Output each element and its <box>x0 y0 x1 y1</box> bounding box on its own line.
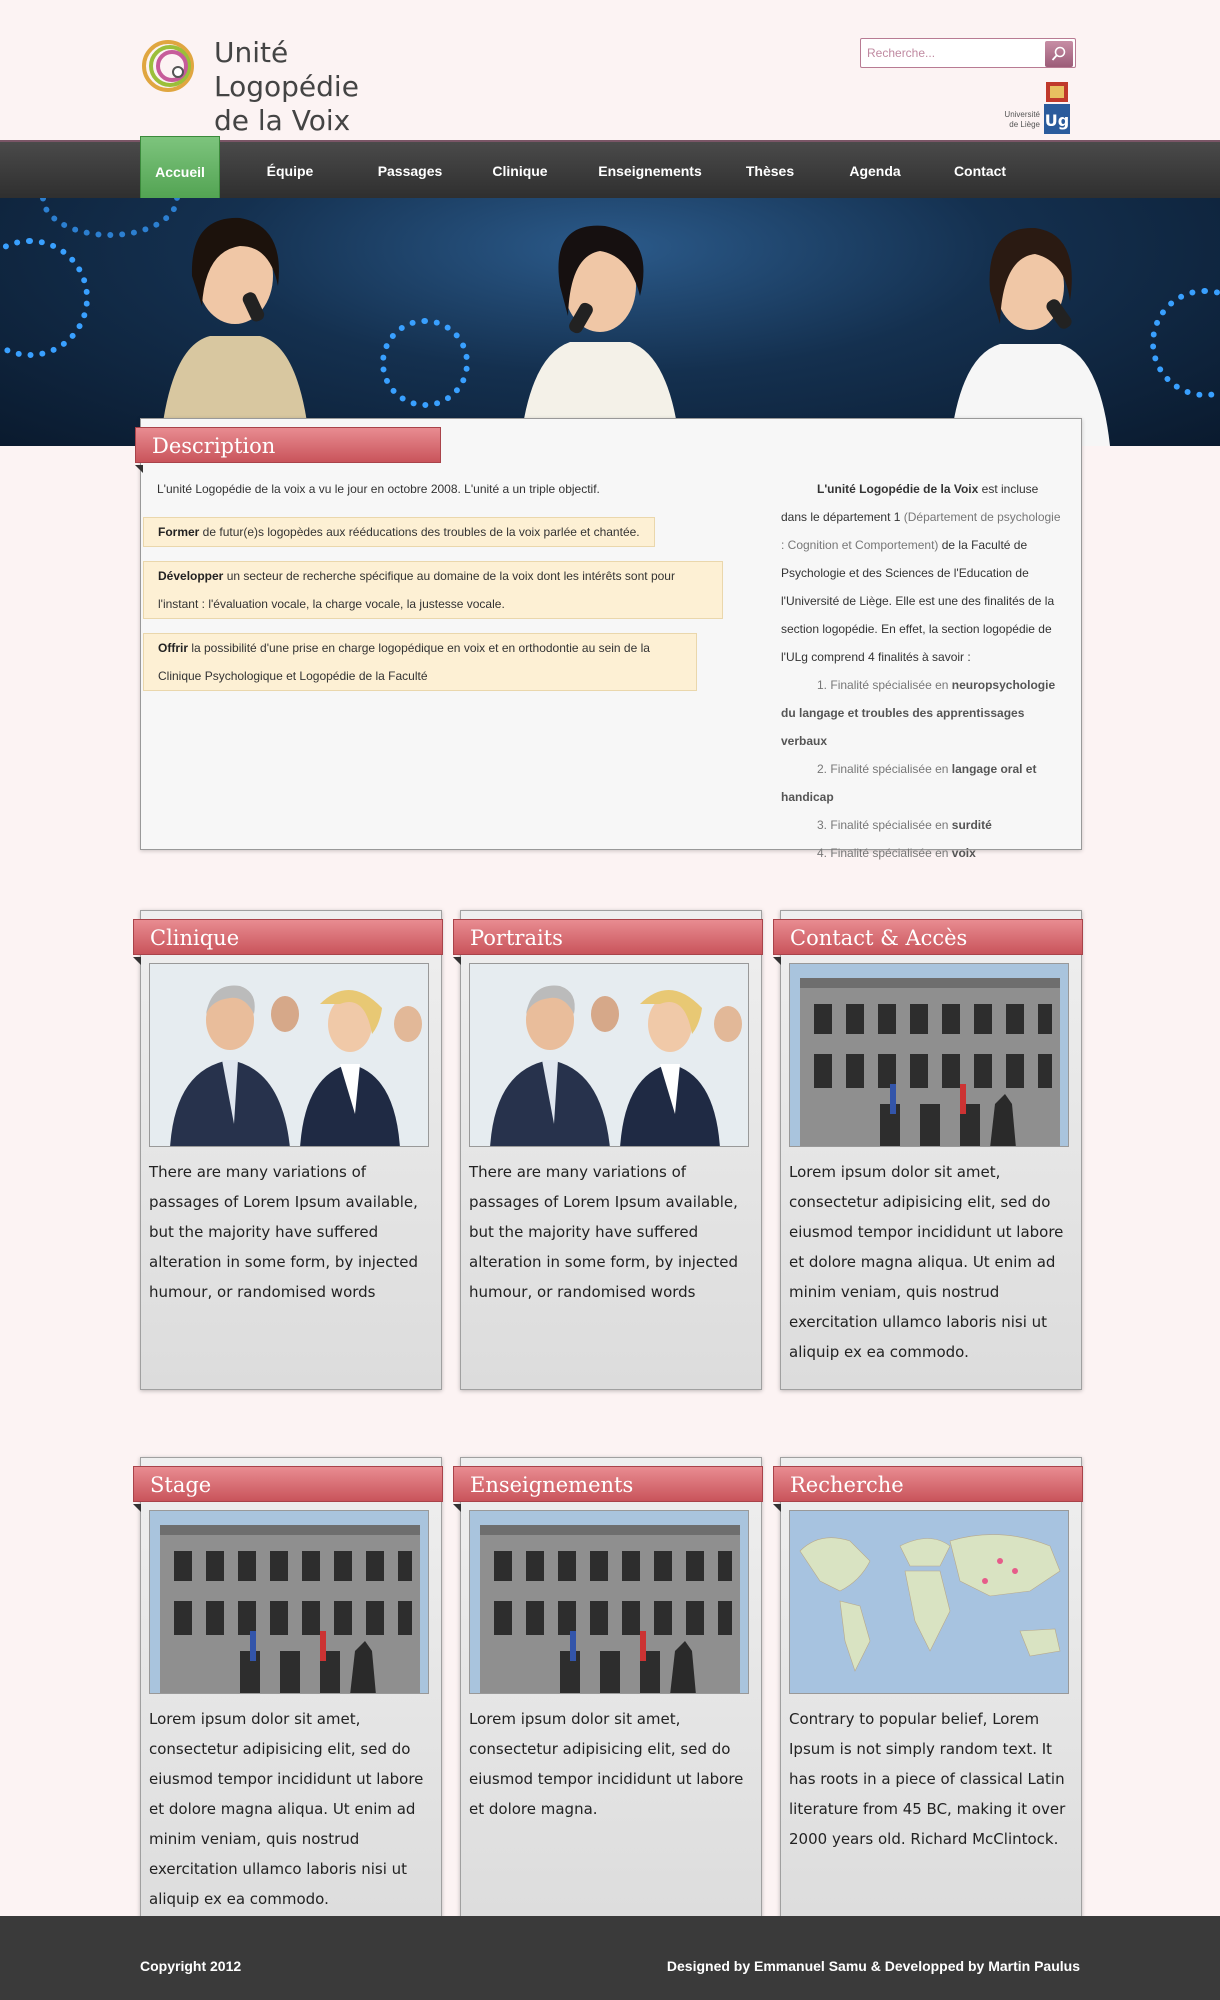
description-side: L'unité Logopédie de la Voix est incluse… <box>781 475 1066 867</box>
card-recherche[interactable]: Recherche Contrary to popular belief, Lo… <box>773 1457 1083 1937</box>
site-logo[interactable]: Unité Logopédie de la Voix <box>140 36 440 137</box>
business-people-image <box>469 963 749 1147</box>
university-building-image <box>149 1510 429 1694</box>
nav-item-accueil[interactable]: Accueil <box>140 136 220 206</box>
card-enseignements[interactable]: Enseignements Lorem ipsum dolor sit amet… <box>453 1457 763 1937</box>
stage-light-icon <box>1150 288 1220 398</box>
description-heading: Description <box>135 427 441 463</box>
card-contact-acces[interactable]: Contact & Accès Lorem ipsum dolor sit am… <box>773 910 1083 1390</box>
nav-item-enseignements[interactable]: Enseignements <box>580 142 720 200</box>
list-text: Finalité spécialisée en <box>830 846 952 860</box>
nav-item-passages[interactable]: Passages <box>360 142 460 200</box>
list-bold: surdité <box>951 818 992 832</box>
nav-item-agenda[interactable]: Agenda <box>830 142 920 200</box>
side-lead: L'unité Logopédie de la Voix <box>817 482 979 496</box>
stage-light-icon <box>0 238 90 358</box>
site-header: Unité Logopédie de la Voix Université de… <box>0 0 1220 140</box>
card-text: Lorem ipsum dolor sit amet, consectetur … <box>469 1710 744 1818</box>
ribbon-fold-icon <box>453 957 461 965</box>
card-clinique[interactable]: Clinique There are many variations of pa… <box>133 910 443 1390</box>
ulg-crest-icon: Ug <box>1044 82 1070 134</box>
search-button[interactable] <box>1045 41 1073 67</box>
ribbon-fold-icon <box>133 1504 141 1512</box>
university-building-image <box>789 963 1069 1147</box>
nav-item-contact[interactable]: Contact <box>940 142 1020 200</box>
card-title: Contact & Accès <box>773 919 1083 955</box>
svg-text:Ug: Ug <box>1045 111 1069 130</box>
singer-image <box>950 227 1110 446</box>
world-map-image[interactable] <box>789 1510 1069 1694</box>
business-people-image <box>149 963 429 1147</box>
card-text: Lorem ipsum dolor sit amet, consectetur … <box>789 1163 1064 1361</box>
card-text: There are many variations of passages of… <box>149 1163 418 1301</box>
card-title: Enseignements <box>453 1466 763 1502</box>
list-item: 1. Finalité spécialisée en neuropsycholo… <box>781 671 1066 755</box>
search-input[interactable] <box>864 42 1040 64</box>
ulg-logo[interactable]: Université de Liège Ug <box>992 80 1072 136</box>
site-footer: Copyright 2012 Designed by Emmanuel Samu… <box>0 1916 1220 2000</box>
nav-item-equipe[interactable]: Équipe <box>250 142 330 200</box>
list-number: 4. <box>817 846 828 860</box>
card-text: There are many variations of passages of… <box>469 1163 738 1301</box>
hero-banner <box>0 198 1220 446</box>
card-text: Lorem ipsum dolor sit amet, consectetur … <box>149 1710 424 1908</box>
stage-light-icon <box>380 318 470 408</box>
list-text: Finalité spécialisée en <box>830 678 952 692</box>
objective-former: Former de futur(e)s logopèdes aux rééduc… <box>143 517 655 547</box>
card-text: Contrary to popular belief, Lorem Ipsum … <box>789 1710 1066 1848</box>
card-title: Stage <box>133 1466 443 1502</box>
copyright-text: Copyright 2012 <box>140 1958 242 1974</box>
singer-image <box>160 217 310 446</box>
card-title: Portraits <box>453 919 763 955</box>
card-portraits[interactable]: Portraits There are many variations of p… <box>453 910 763 1390</box>
list-text: Finalité spécialisée en <box>830 762 952 776</box>
list-item: 2. Finalité spécialisée en langage oral … <box>781 755 1066 811</box>
card-title: Clinique <box>133 919 443 955</box>
ribbon-fold-icon <box>135 465 143 473</box>
description-intro: L'unité Logopédie de la voix a vu le jou… <box>157 482 600 496</box>
nav-item-theses[interactable]: Thèses <box>730 142 810 200</box>
objective-label: Développer <box>158 569 224 583</box>
objective-text: la possibilité d'une prise en charge log… <box>158 641 650 683</box>
list-text: Finalité spécialisée en <box>830 818 952 832</box>
description-main: L'unité Logopédie de la voix a vu le jou… <box>143 475 737 705</box>
objective-label: Offrir <box>158 641 188 655</box>
list-bold: voix <box>951 846 976 860</box>
main-nav: Accueil Équipe Passages Clinique Enseign… <box>0 136 1220 206</box>
search-icon <box>1051 46 1066 61</box>
logo-title-line1: Unité Logopédie <box>214 36 359 103</box>
logo-rings-icon <box>142 40 194 92</box>
ulg-label-line2: de Liège <box>1009 120 1040 129</box>
nav-item-clinique[interactable]: Clinique <box>470 142 570 200</box>
list-number: 1. <box>817 678 828 692</box>
card-stage[interactable]: Stage Lorem ipsum dolor sit amet, consec… <box>133 1457 443 1937</box>
objective-label: Former <box>158 525 200 539</box>
objective-offrir: Offrir la possibilité d'une prise en cha… <box>143 633 697 691</box>
ribbon-fold-icon <box>773 1504 781 1512</box>
side-text2: de la Faculté de Psychologie et des Scie… <box>781 538 1055 664</box>
ribbon-fold-icon <box>133 957 141 965</box>
description-panel: Description L'unité Logopédie de la voix… <box>135 418 1082 860</box>
ulg-label-line1: Université <box>1004 110 1040 119</box>
singer-image <box>520 225 680 446</box>
ribbon-fold-icon <box>773 957 781 965</box>
ribbon-fold-icon <box>453 1504 461 1512</box>
list-item: 3. Finalité spécialisée en surdité <box>781 811 1066 839</box>
search-box <box>860 38 1076 68</box>
list-number: 2. <box>817 762 828 776</box>
list-number: 3. <box>817 818 828 832</box>
card-title: Recherche <box>773 1466 1083 1502</box>
objective-text: de futur(e)s logopèdes aux rééducations … <box>199 525 640 539</box>
credits-text: Designed by Emmanuel Samu & Developped b… <box>666 1958 1080 1974</box>
side-paragraph: L'unité Logopédie de la Voix est incluse… <box>781 475 1066 671</box>
logo-title-line2: de la Voix <box>214 104 351 137</box>
objective-developper: Développer un secteur de recherche spéci… <box>143 561 723 619</box>
university-building-image <box>469 1510 749 1694</box>
finalites-list: 1. Finalité spécialisée en neuropsycholo… <box>781 671 1066 867</box>
objective-text: un secteur de recherche spécifique au do… <box>158 569 675 611</box>
list-item: 4. Finalité spécialisée en voix <box>781 839 1066 867</box>
